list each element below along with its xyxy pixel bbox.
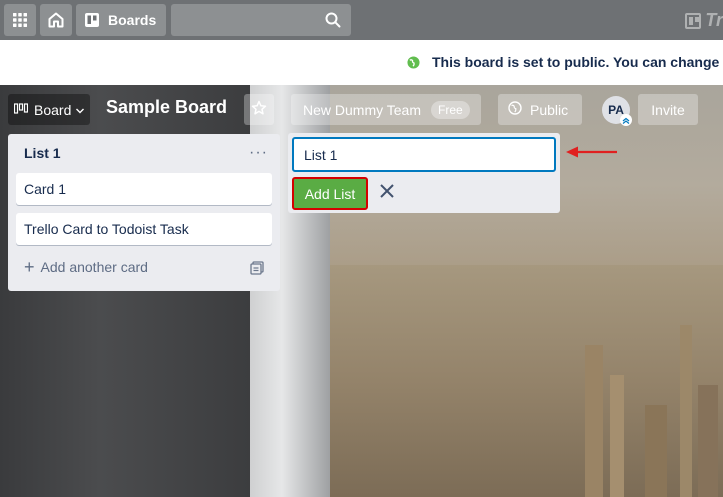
plus-icon: + bbox=[24, 257, 35, 277]
free-badge: Free bbox=[431, 100, 470, 119]
boards-button[interactable]: Boards bbox=[76, 4, 166, 36]
close-icon[interactable] bbox=[378, 182, 396, 205]
home-button[interactable] bbox=[40, 4, 72, 36]
star-icon bbox=[251, 100, 267, 119]
invite-button[interactable]: Invite bbox=[638, 94, 698, 125]
banner-text: This board is set to public. You can cha… bbox=[432, 54, 720, 70]
list: List 1 ··· Card 1 Trello Card to Todoist… bbox=[8, 134, 280, 291]
annotation-arrow-icon bbox=[565, 145, 619, 164]
apps-button[interactable] bbox=[4, 4, 36, 36]
logo-text: Tre bbox=[705, 10, 723, 30]
board-switcher-label: Board bbox=[34, 101, 72, 118]
list-card[interactable]: Card 1 bbox=[16, 173, 272, 205]
list-card[interactable]: Trello Card to Todoist Task bbox=[16, 213, 272, 245]
board-switcher-icon bbox=[13, 102, 29, 118]
list-menu-icon[interactable]: ··· bbox=[249, 144, 268, 162]
globe-icon bbox=[407, 56, 420, 74]
grid-icon bbox=[12, 12, 28, 28]
background-tower bbox=[610, 375, 624, 497]
boards-label: Boards bbox=[108, 12, 157, 28]
card-title: Card 1 bbox=[24, 181, 67, 197]
board-title[interactable]: Sample Board bbox=[106, 97, 227, 118]
visibility-label: Public bbox=[530, 101, 569, 118]
home-icon bbox=[47, 11, 65, 29]
board-switcher-button[interactable]: Board bbox=[8, 94, 90, 125]
search-input[interactable] bbox=[171, 4, 351, 36]
trello-logo[interactable]: Tre bbox=[685, 10, 723, 31]
search-icon[interactable] bbox=[325, 12, 341, 33]
background-tower bbox=[585, 345, 603, 497]
background-tower bbox=[645, 405, 667, 497]
add-list-button[interactable]: Add List bbox=[292, 177, 368, 210]
team-name: New Dummy Team bbox=[303, 101, 421, 118]
add-card-button[interactable]: + Add another card bbox=[24, 257, 148, 277]
card-title: Trello Card to Todoist Task bbox=[24, 221, 189, 237]
star-board-button[interactable] bbox=[244, 94, 274, 125]
trello-logo-icon bbox=[685, 12, 702, 29]
team-button[interactable]: New Dummy Team Free bbox=[291, 94, 481, 125]
chevron-down-icon bbox=[75, 102, 85, 118]
background-tower bbox=[680, 325, 692, 497]
list-title-input[interactable] bbox=[292, 137, 556, 172]
add-list-composer: Add List bbox=[288, 133, 560, 213]
background-tower bbox=[698, 385, 718, 497]
add-card-label: Add another card bbox=[40, 259, 148, 275]
card-template-icon[interactable] bbox=[250, 261, 264, 280]
boards-icon bbox=[84, 12, 100, 28]
list-title[interactable]: List 1 bbox=[24, 145, 61, 161]
visibility-button[interactable]: Public bbox=[498, 94, 582, 125]
top-bar: Boards Tre bbox=[0, 0, 723, 40]
admin-chevron-icon bbox=[620, 114, 632, 126]
globe-icon bbox=[508, 101, 522, 118]
